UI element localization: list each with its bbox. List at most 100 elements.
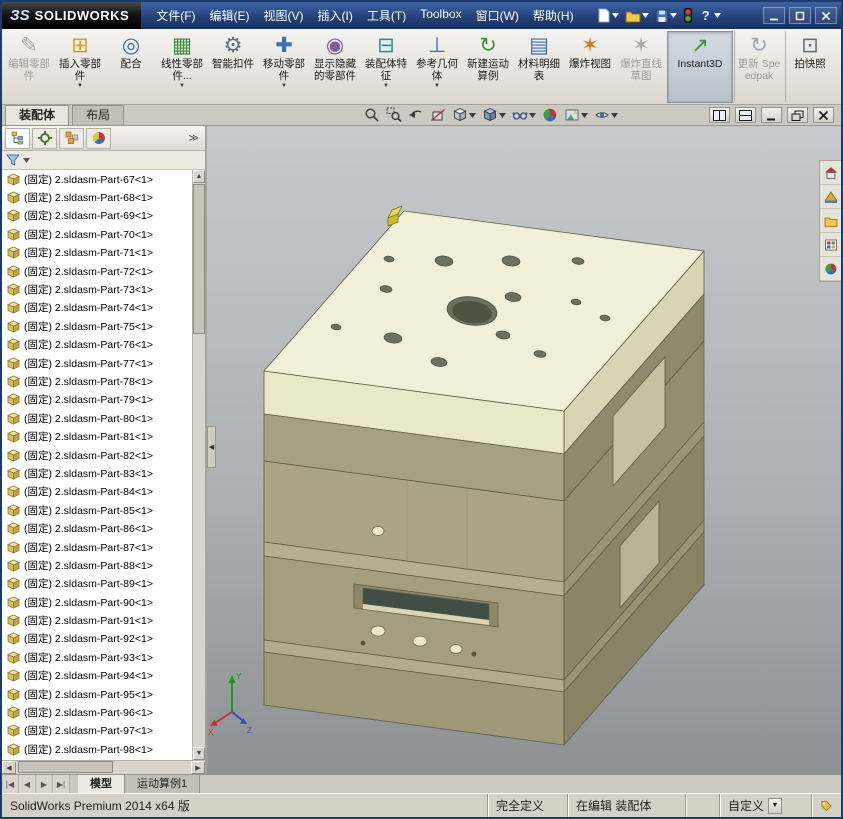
tree-vertical-scrollbar[interactable]: ▲ ▼ <box>192 170 205 760</box>
insert-components-button[interactable]: ⊞ 插入零部件 ▼ <box>55 31 105 103</box>
tree-item[interactable]: (固定) 2.sldasm-Part-82<1> <box>2 446 192 464</box>
tree-item[interactable]: (固定) 2.sldasm-Part-75<1> <box>2 317 192 335</box>
menu-file[interactable]: 文件(F) <box>149 3 202 28</box>
filter-dropdown-icon[interactable] <box>23 158 30 163</box>
rebuild-button[interactable] <box>681 7 695 24</box>
edit-appearance-button[interactable] <box>542 107 558 123</box>
tree-item[interactable]: (固定) 2.sldasm-Part-86<1> <box>2 519 192 537</box>
reference-geometry-button[interactable]: ⊥ 参考几何体 ▼ <box>412 31 462 103</box>
view-orientation-button[interactable] <box>452 107 476 123</box>
show-hidden-components-button[interactable]: ◉ 显示隐藏的零部件 <box>310 31 360 103</box>
tree-item[interactable]: (固定) 2.sldasm-Part-69<1> <box>2 207 192 225</box>
new-motion-study-button[interactable]: ↻ 新建运动算例 <box>463 31 513 103</box>
tree-item[interactable]: (固定) 2.sldasm-Part-83<1> <box>2 464 192 482</box>
tree-item[interactable]: (固定) 2.sldasm-Part-68<1> <box>2 188 192 206</box>
solidworks-resources-button[interactable] <box>820 161 841 185</box>
tree-item[interactable]: (固定) 2.sldasm-Part-87<1> <box>2 538 192 556</box>
view-settings-button[interactable] <box>594 107 618 123</box>
scroll-down-arrow[interactable]: ▼ <box>193 747 205 760</box>
filter-funnel-icon[interactable] <box>6 153 20 167</box>
scroll-left-arrow[interactable]: ◀ <box>2 761 16 774</box>
close-button[interactable] <box>815 7 837 24</box>
tab-scroll-last[interactable]: ▶| <box>53 775 70 793</box>
tree-item[interactable]: (固定) 2.sldasm-Part-72<1> <box>2 262 192 280</box>
tree-item[interactable]: (固定) 2.sldasm-Part-77<1> <box>2 354 192 372</box>
tree-item[interactable]: (固定) 2.sldasm-Part-93<1> <box>2 648 192 666</box>
chevron-down-icon[interactable] <box>714 13 721 18</box>
linear-component-pattern-button[interactable]: ▦ 线性零部件... ▼ <box>157 31 207 103</box>
split-pane-horizontal-button[interactable] <box>735 107 756 123</box>
customize-dropdown-arrow[interactable]: ▼ <box>768 798 782 814</box>
tree-item[interactable]: (固定) 2.sldasm-Part-79<1> <box>2 391 192 409</box>
tab-scroll-prev[interactable]: ◀ <box>19 775 36 793</box>
tree-item[interactable]: (固定) 2.sldasm-Part-81<1> <box>2 427 192 445</box>
restore-button[interactable] <box>789 7 811 24</box>
scrollbar-thumb[interactable] <box>193 184 205 334</box>
3d-scene[interactable]: Y X Z <box>207 126 841 774</box>
tab-feature-tree[interactable] <box>5 128 30 149</box>
tab-layout[interactable]: 布局 <box>72 105 124 125</box>
open-document-button[interactable] <box>623 8 651 24</box>
tree-item[interactable]: (固定) 2.sldasm-Part-76<1> <box>2 336 192 354</box>
smart-fasteners-button[interactable]: ⚙ 智能扣件 <box>208 31 258 103</box>
menu-tools[interactable]: 工具(T) <box>360 3 413 28</box>
tree-item[interactable]: (固定) 2.sldasm-Part-98<1> <box>2 740 192 758</box>
tab-property-manager[interactable] <box>32 128 57 149</box>
save-button[interactable] <box>653 8 679 24</box>
chevron-down-icon[interactable] <box>642 13 649 18</box>
take-snapshot-button[interactable]: ⊡ 拍快照 <box>785 31 835 103</box>
display-style-button[interactable] <box>482 107 506 123</box>
tree-item[interactable]: (固定) 2.sldasm-Part-97<1> <box>2 722 192 740</box>
appearances-scenes-button[interactable] <box>820 257 841 281</box>
tab-configuration-manager[interactable] <box>59 128 84 149</box>
tree-item[interactable]: (固定) 2.sldasm-Part-94<1> <box>2 667 192 685</box>
section-view-button[interactable] <box>430 107 446 123</box>
explode-line-sketch-button[interactable]: ✶ 爆炸直线草图 <box>616 31 666 103</box>
tab-display-manager[interactable] <box>86 128 111 149</box>
chevron-down-icon[interactable] <box>670 13 677 18</box>
doc-minimize-button[interactable] <box>761 107 782 123</box>
scrollbar-track[interactable] <box>16 761 191 774</box>
panel-splitter-handle[interactable]: ◀ <box>207 426 216 468</box>
menu-window[interactable]: 窗口(W) <box>469 3 526 28</box>
doc-close-button[interactable] <box>813 107 834 123</box>
tab-model[interactable]: 模型 <box>78 775 125 793</box>
new-document-button[interactable] <box>595 7 621 24</box>
scroll-right-arrow[interactable]: ▶ <box>191 761 205 774</box>
status-tool-segment[interactable] <box>811 794 841 817</box>
tree-item[interactable]: (固定) 2.sldasm-Part-96<1> <box>2 703 192 721</box>
bill-of-materials-button[interactable]: ▤ 材料明细表 <box>514 31 564 103</box>
previous-view-button[interactable] <box>408 107 424 123</box>
tree-item[interactable]: (固定) 2.sldasm-Part-74<1> <box>2 299 192 317</box>
panel-overflow-chevron[interactable]: ≫ <box>186 133 202 144</box>
tree-item[interactable]: (固定) 2.sldasm-Part-89<1> <box>2 575 192 593</box>
design-library-button[interactable] <box>820 185 841 209</box>
update-speedpak-button[interactable]: ↻ 更新 Speedpak <box>734 31 784 103</box>
menu-edit[interactable]: 编辑(E) <box>203 3 257 28</box>
file-explorer-button[interactable] <box>820 209 841 233</box>
doc-restore-button[interactable] <box>787 107 808 123</box>
tree-item[interactable]: (固定) 2.sldasm-Part-71<1> <box>2 244 192 262</box>
tree-item[interactable]: (固定) 2.sldasm-Part-85<1> <box>2 501 192 519</box>
hide-show-items-button[interactable] <box>512 107 536 123</box>
tree-item[interactable]: (固定) 2.sldasm-Part-92<1> <box>2 630 192 648</box>
tree-item[interactable]: (固定) 2.sldasm-Part-67<1> <box>2 170 192 188</box>
tree-item[interactable]: (固定) 2.sldasm-Part-91<1> <box>2 611 192 629</box>
tree-item[interactable]: (固定) 2.sldasm-Part-78<1> <box>2 372 192 390</box>
exploded-view-button[interactable]: ✶ 爆炸视图 <box>565 31 615 103</box>
view-palette-button[interactable] <box>820 233 841 257</box>
tree-item[interactable]: (固定) 2.sldasm-Part-80<1> <box>2 409 192 427</box>
assembly-features-button[interactable]: ⊟ 装配体特征 ▼ <box>361 31 411 103</box>
apply-scene-button[interactable] <box>564 107 588 123</box>
customize-status-combo[interactable]: 自定义 ▼ <box>719 794 811 817</box>
tree-item[interactable]: (固定) 2.sldasm-Part-88<1> <box>2 556 192 574</box>
tree-item[interactable]: (固定) 2.sldasm-Part-95<1> <box>2 685 192 703</box>
tree-item[interactable]: (固定) 2.sldasm-Part-90<1> <box>2 593 192 611</box>
minimize-button[interactable] <box>763 7 785 24</box>
zoom-to-area-button[interactable] <box>386 107 402 123</box>
scroll-up-arrow[interactable]: ▲ <box>193 170 205 183</box>
tree-item[interactable]: (固定) 2.sldasm-Part-84<1> <box>2 483 192 501</box>
menu-toolbox[interactable]: Toolbox <box>413 3 468 28</box>
tree-item[interactable]: (固定) 2.sldasm-Part-70<1> <box>2 225 192 243</box>
tab-motion-study[interactable]: 运动算例1 <box>125 775 200 793</box>
